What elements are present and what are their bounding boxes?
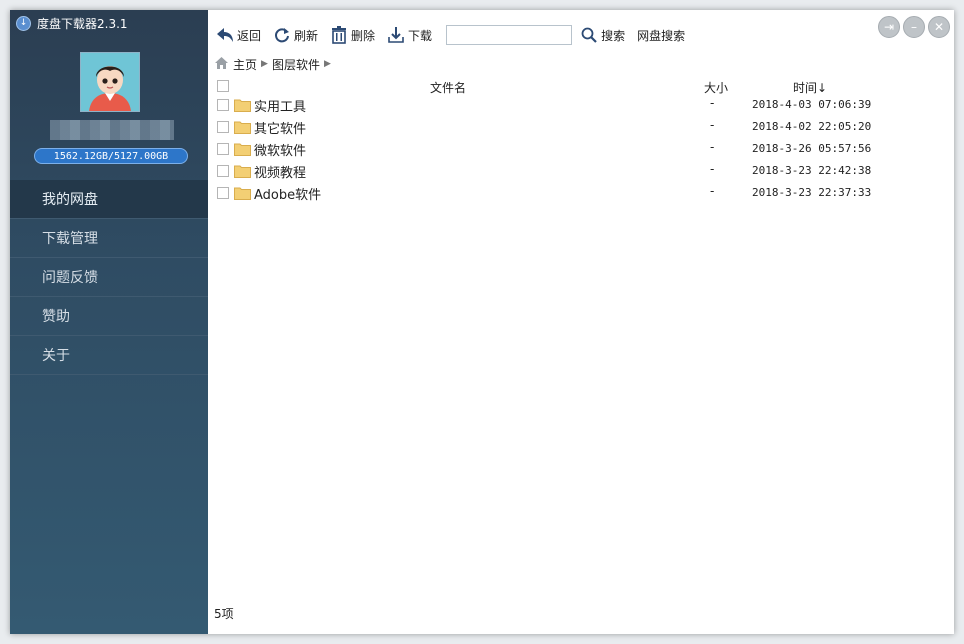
avatar-cartoon-boy-icon bbox=[81, 53, 139, 111]
avatar[interactable] bbox=[80, 52, 140, 112]
breadcrumb-home[interactable]: 主页 bbox=[233, 56, 257, 73]
refresh-icon bbox=[273, 26, 291, 44]
app-title-bar: ↓ 度盘下载器2.3.1 bbox=[16, 14, 128, 32]
row-checkbox[interactable] bbox=[217, 99, 229, 111]
file-time: 2018-3-23 22:37:33 bbox=[752, 186, 872, 199]
minimize-button[interactable]: – bbox=[903, 16, 925, 38]
download-button[interactable]: 下载 bbox=[387, 26, 432, 44]
file-size: - bbox=[710, 140, 715, 154]
pan-search-button[interactable]: 网盘搜索 bbox=[637, 27, 685, 44]
sidebar: ↓ 度盘下载器2.3.1 1562.12GB/5127.00GB 我的网盘 下载… bbox=[10, 10, 208, 634]
breadcrumb-separator-icon: ▶ bbox=[323, 59, 331, 69]
toolbar: 返回 刷新 删除 下载 搜索 网盘搜索 bbox=[208, 22, 954, 48]
file-size: - bbox=[710, 118, 715, 132]
sidebar-item-downloads[interactable]: 下载管理 bbox=[10, 219, 208, 258]
table-row[interactable]: 实用工具 - 2018-4-03 07:06:39 bbox=[208, 94, 954, 116]
file-name[interactable]: 微软软件 bbox=[254, 140, 306, 159]
breadcrumb-current[interactable]: 图层软件 bbox=[272, 56, 320, 73]
app-title: 度盘下载器2.3.1 bbox=[37, 16, 128, 31]
download-icon bbox=[387, 26, 405, 44]
file-time: 2018-3-23 22:42:38 bbox=[752, 164, 872, 177]
close-icon: ✕ bbox=[933, 20, 945, 34]
sidebar-item-my-disk[interactable]: 我的网盘 bbox=[10, 180, 208, 219]
username-blurred bbox=[50, 120, 174, 140]
delete-label: 删除 bbox=[351, 28, 376, 43]
refresh-button[interactable]: 刷新 bbox=[273, 26, 318, 44]
sidebar-item-sponsor[interactable]: 赞助 bbox=[10, 297, 208, 336]
refresh-label: 刷新 bbox=[294, 28, 319, 43]
file-time: 2018-4-02 22:05:20 bbox=[752, 120, 872, 133]
file-time: 2018-3-26 05:57:56 bbox=[752, 142, 872, 155]
table-row[interactable]: 其它软件 - 2018-4-02 22:05:20 bbox=[208, 116, 954, 138]
file-name[interactable]: 实用工具 bbox=[254, 96, 306, 115]
exit-icon: ⇥ bbox=[883, 20, 895, 34]
search-icon bbox=[580, 26, 598, 44]
file-time: 2018-4-03 07:06:39 bbox=[752, 98, 872, 111]
window-controls: ⇥ – ✕ bbox=[878, 16, 950, 38]
exit-button[interactable]: ⇥ bbox=[878, 16, 900, 38]
select-all-checkbox[interactable] bbox=[217, 80, 229, 92]
pan-search-label: 网盘搜索 bbox=[637, 28, 686, 43]
back-button[interactable]: 返回 bbox=[216, 26, 261, 44]
row-checkbox[interactable] bbox=[217, 121, 229, 133]
home-icon[interactable] bbox=[214, 56, 229, 73]
file-name[interactable]: 其它软件 bbox=[254, 118, 306, 137]
breadcrumb: 主页 ▶ 图层软件 ▶ bbox=[214, 56, 331, 72]
table-row[interactable]: Adobe软件 - 2018-3-23 22:37:33 bbox=[208, 182, 954, 204]
row-checkbox[interactable] bbox=[217, 165, 229, 177]
folder-icon bbox=[234, 187, 251, 200]
delete-button[interactable]: 删除 bbox=[330, 26, 375, 44]
back-label: 返回 bbox=[237, 28, 262, 43]
sidebar-item-about[interactable]: 关于 bbox=[10, 336, 208, 375]
main-panel: 返回 刷新 删除 下载 搜索 网盘搜索 ⇥ – ✕ 主页 ▶ 图层软件 ▶ 文件… bbox=[208, 10, 954, 634]
sidebar-nav: 我的网盘 下载管理 问题反馈 赞助 关于 bbox=[10, 180, 208, 375]
download-app-icon: ↓ bbox=[16, 15, 31, 31]
folder-icon bbox=[234, 143, 251, 156]
row-checkbox[interactable] bbox=[217, 143, 229, 155]
search-label: 搜索 bbox=[601, 28, 626, 43]
back-arrow-icon bbox=[216, 26, 234, 44]
screen-background: ↓ 度盘下载器2.3.1 1562.12GB/5127.00GB 我的网盘 下载… bbox=[0, 0, 964, 644]
quota-badge: 1562.12GB/5127.00GB bbox=[34, 148, 188, 164]
file-name[interactable]: Adobe软件 bbox=[254, 184, 321, 203]
table-row[interactable]: 微软软件 - 2018-3-26 05:57:56 bbox=[208, 138, 954, 160]
item-count: 5项 bbox=[214, 607, 234, 621]
search-input[interactable] bbox=[446, 25, 573, 45]
folder-icon bbox=[234, 165, 251, 178]
folder-icon bbox=[234, 121, 251, 134]
close-button[interactable]: ✕ bbox=[928, 16, 950, 38]
file-size: - bbox=[710, 96, 715, 110]
search-button[interactable]: 搜索 bbox=[580, 26, 625, 44]
folder-icon bbox=[234, 99, 251, 112]
file-size: - bbox=[710, 184, 715, 198]
download-label: 下载 bbox=[408, 28, 433, 43]
row-checkbox[interactable] bbox=[217, 187, 229, 199]
breadcrumb-separator-icon: ▶ bbox=[261, 59, 268, 69]
file-name[interactable]: 视频教程 bbox=[254, 162, 306, 181]
file-size: - bbox=[710, 162, 715, 176]
table-header: 文件名 大小 时间↓ bbox=[208, 76, 954, 96]
app-window: ↓ 度盘下载器2.3.1 1562.12GB/5127.00GB 我的网盘 下载… bbox=[10, 10, 954, 634]
sidebar-item-feedback[interactable]: 问题反馈 bbox=[10, 258, 208, 297]
table-row[interactable]: 视频教程 - 2018-3-23 22:42:38 bbox=[208, 160, 954, 182]
trash-icon bbox=[330, 26, 348, 44]
minimize-icon: – bbox=[911, 20, 917, 34]
